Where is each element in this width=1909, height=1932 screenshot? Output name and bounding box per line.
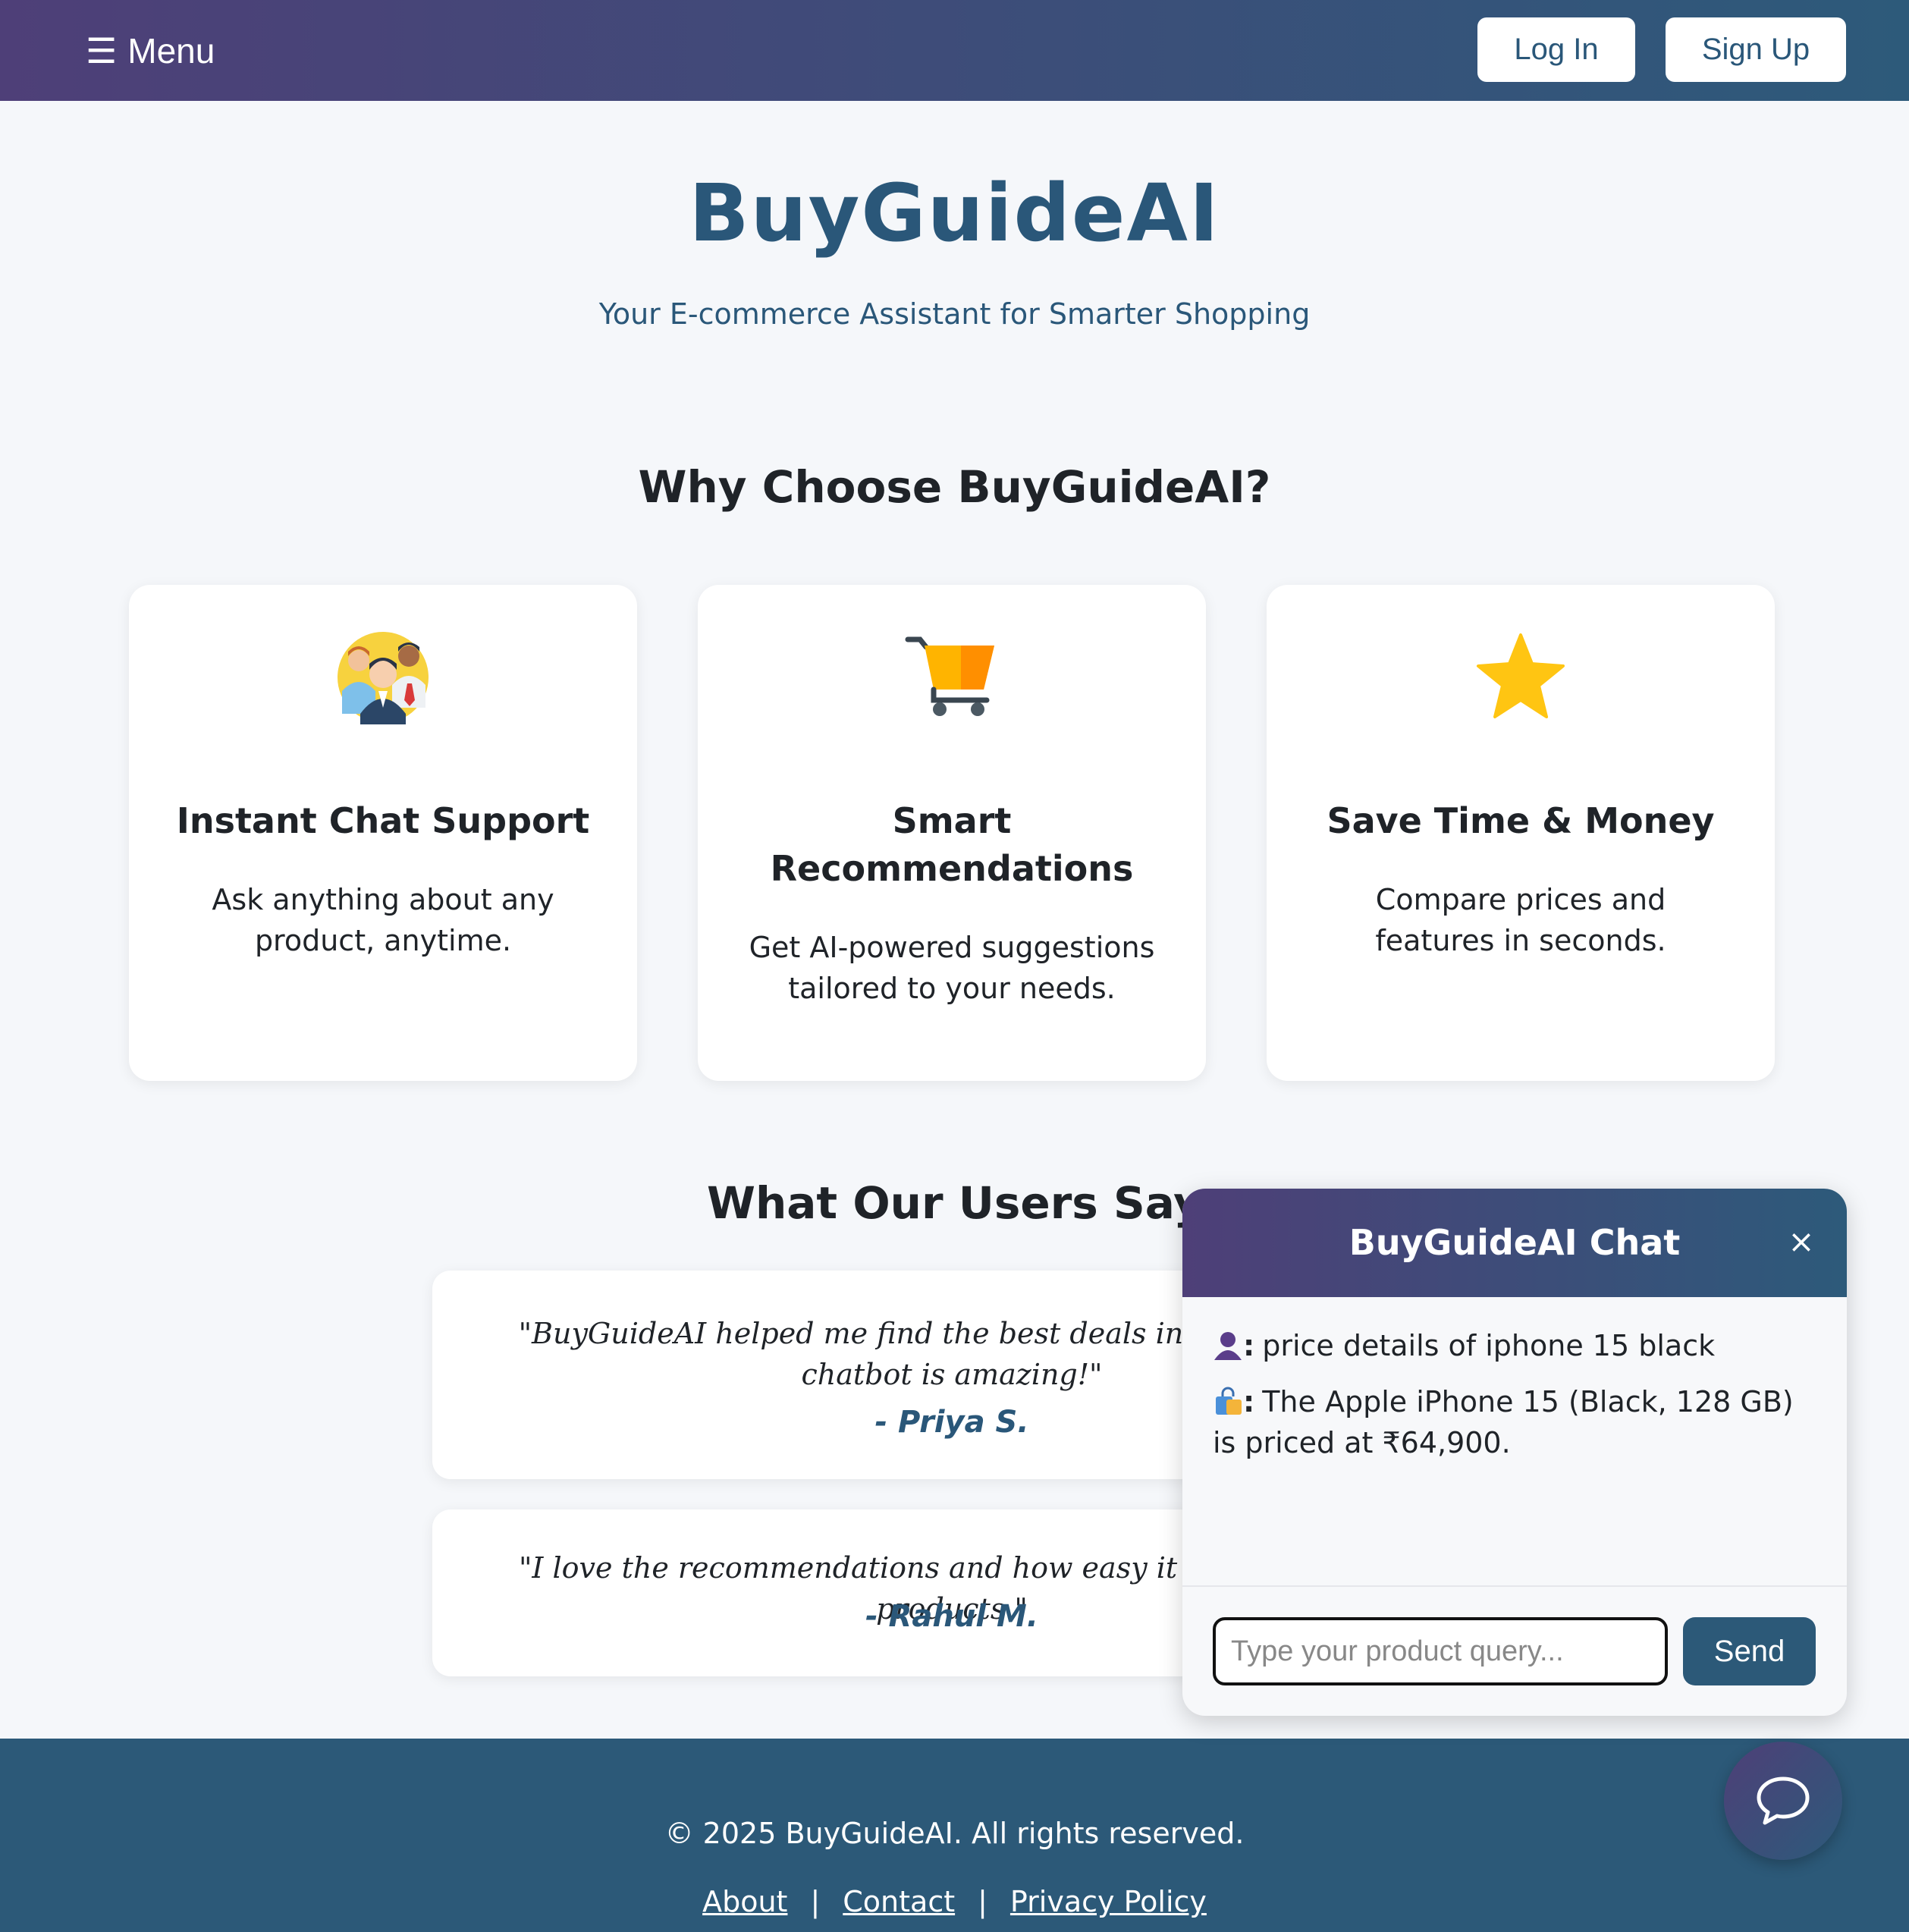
- hero-subtitle: Your E-commerce Assistant for Smarter Sh…: [598, 297, 1311, 331]
- feature-title: Save Time & Money: [1327, 800, 1715, 841]
- footer-link-about[interactable]: About: [702, 1885, 787, 1918]
- menu-button[interactable]: ☰ Menu: [86, 27, 215, 74]
- feature-description: Ask anything about any product, anytime.: [212, 883, 554, 957]
- feature-title: Instant Chat Support: [176, 800, 590, 841]
- why-heading: Why Choose BuyGuideAI?: [638, 461, 1271, 513]
- shopping-bag-icon: [1216, 1387, 1242, 1415]
- chat-message-bot: : The Apple iPhone 15 (Black, 128 GB) is …: [1213, 1381, 1816, 1463]
- shopping-cart-icon: [905, 636, 994, 716]
- signup-button[interactable]: Sign Up: [1666, 17, 1846, 82]
- chat-divider: [1182, 1585, 1847, 1587]
- footer-link-privacy-policy[interactable]: Privacy Policy: [1010, 1885, 1207, 1918]
- footer-link-contact[interactable]: Contact: [843, 1885, 955, 1918]
- feature-description: Get AI-powered suggestions tailored to y…: [749, 931, 1155, 1005]
- footer-separator: |: [810, 1885, 821, 1918]
- message-colon: :: [1243, 1329, 1255, 1362]
- hamburger-icon: ☰: [86, 31, 118, 71]
- chat-close-button[interactable]: ×: [1786, 1226, 1816, 1258]
- feature-card-recommendations: Smart Recommendations Get AI-powered sug…: [698, 585, 1206, 1081]
- chat-bubble-icon: [1757, 1776, 1810, 1825]
- footer-copyright: © 2025 BuyGuideAI. All rights reserved.: [664, 1817, 1245, 1850]
- feature-title: Smart Recommendations: [770, 800, 1134, 889]
- page: ☰ Menu Log In Sign Up BuyGuideAI Your E-…: [0, 0, 1909, 1932]
- footer-separator: |: [978, 1885, 987, 1918]
- chat-query-input[interactable]: [1213, 1617, 1668, 1685]
- feature-card-chat-support: Instant Chat Support Ask anything about …: [129, 585, 637, 1081]
- chat-toggle-button[interactable]: [1724, 1742, 1842, 1860]
- footer: © 2025 BuyGuideAI. All rights reserved. …: [0, 1739, 1909, 1932]
- message-text: The Apple iPhone 15 (Black, 128 GB) is p…: [1213, 1385, 1794, 1459]
- message-text: price details of iphone 15 black: [1262, 1329, 1716, 1362]
- user-silhouette-icon: [1214, 1332, 1242, 1360]
- hero-title: BuyGuideAI: [689, 167, 1220, 259]
- people-icon: [338, 632, 429, 724]
- send-button[interactable]: Send: [1683, 1617, 1816, 1685]
- chat-messages: : price details of iphone 15 black : The A…: [1213, 1325, 1816, 1478]
- feature-card-save-money: Save Time & Money Compare prices and fea…: [1267, 585, 1775, 1081]
- menu-label: Menu: [127, 31, 215, 71]
- message-colon: :: [1243, 1385, 1255, 1418]
- chat-header: BuyGuideAI Chat ×: [1182, 1189, 1847, 1297]
- login-button[interactable]: Log In: [1477, 17, 1635, 82]
- navbar: ☰ Menu Log In Sign Up: [0, 0, 1909, 101]
- chat-title: BuyGuideAI Chat: [1349, 1222, 1681, 1263]
- footer-links: About | Contact | Privacy Policy: [0, 1885, 1909, 1918]
- feature-description: Compare prices and features in seconds.: [1375, 883, 1666, 957]
- star-icon: [1477, 633, 1565, 718]
- chat-window: BuyGuideAI Chat × : price details of ipho…: [1182, 1189, 1847, 1716]
- chat-message-user: : price details of iphone 15 black: [1213, 1325, 1816, 1366]
